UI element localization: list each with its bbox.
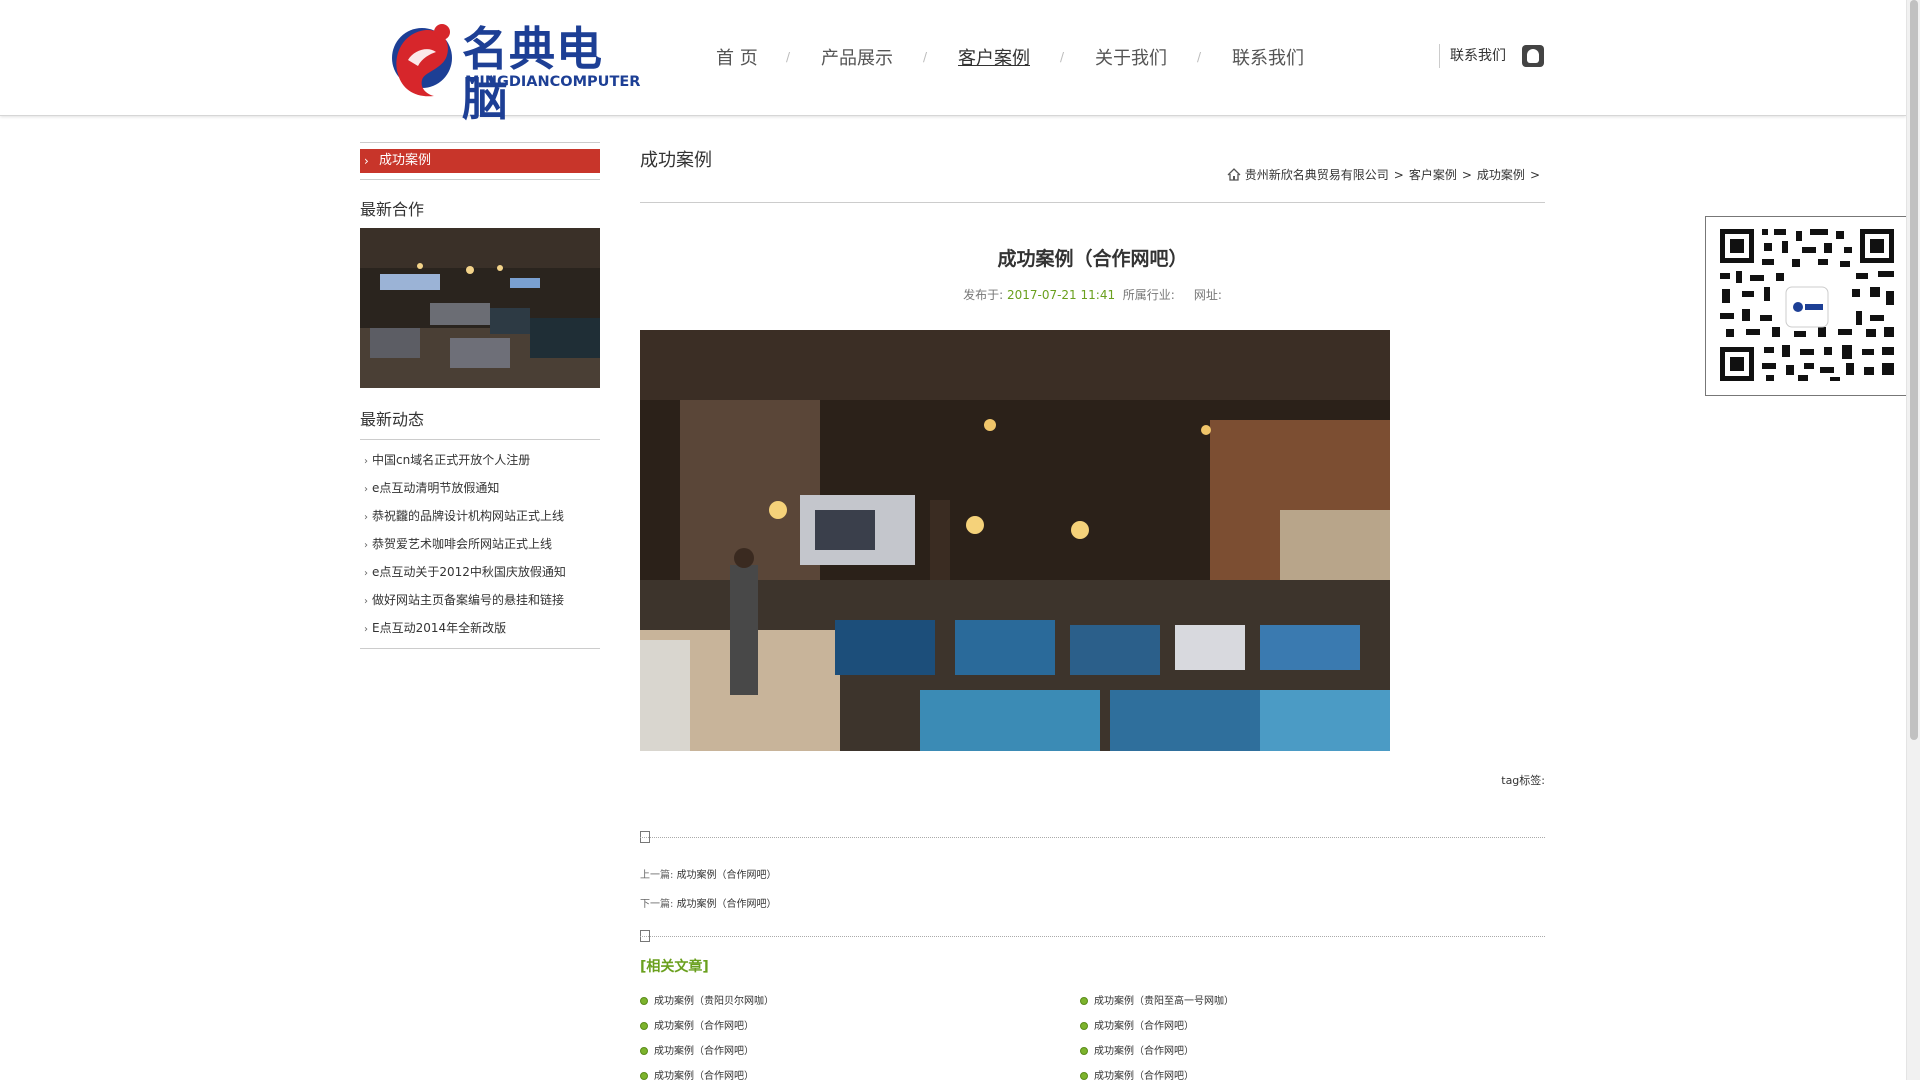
related-title: 成功案例（合作网吧） — [1094, 1071, 1194, 1082]
industry-label: 所属行业: — [1122, 288, 1175, 302]
tag-label: tag标签: — [1501, 774, 1545, 787]
nav-products[interactable]: 产品展示 — [821, 44, 893, 70]
news-title: 中国cn域名正式开放个人注册 — [372, 453, 531, 467]
chevron-right-icon: › — [364, 596, 368, 607]
latest-coop-image[interactable] — [360, 228, 600, 388]
nav-about[interactable]: 关于我们 — [1095, 44, 1167, 70]
news-title: 恭贺爱艺术咖啡会所网站正式上线 — [372, 537, 553, 551]
next-label: 下一篇: — [640, 899, 674, 910]
news-title: E点互动2014年全新改版 — [372, 621, 507, 635]
prev-article-link[interactable]: 成功案例（合作网吧） — [677, 870, 777, 881]
latest-news-heading: 最新动态 — [360, 410, 425, 429]
article-image — [640, 330, 1390, 751]
news-title: e点互动关于2012中秋国庆放假通知 — [372, 565, 566, 579]
bullet-icon — [1080, 997, 1088, 1005]
chevron-right-icon: › — [364, 512, 368, 523]
bullet-icon — [1080, 1047, 1088, 1055]
news-item[interactable]: › E点互动2014年全新改版 — [364, 619, 506, 636]
chevron-right-icon: › — [364, 154, 369, 168]
nav-contact[interactable]: 联系我们 — [1232, 44, 1304, 70]
related-item[interactable]: 成功案例（贵阳至高一号网咖） — [1080, 992, 1234, 1007]
published-label: 发布于: — [963, 288, 1004, 302]
bullet-icon — [640, 1047, 648, 1055]
article-meta: 发布于: 2017-07-21 11:41 所属行业: 网址: — [640, 286, 1545, 303]
breadcrumb-separator: > — [1529, 168, 1540, 182]
bullet-icon — [1080, 1022, 1088, 1030]
breadcrumb-company[interactable]: 贵州新欣名典贸易有限公司 — [1245, 168, 1389, 182]
news-item[interactable]: › 恭祝龖的品牌设计机构网站正式上线 — [364, 507, 564, 524]
latest-news-list: › 中国cn域名正式开放个人注册 › e点互动清明节放假通知 › 恭祝龖的品牌设计机构… — [360, 439, 600, 649]
bullet-icon — [640, 1072, 648, 1080]
scrollbar-thumb[interactable] — [1910, 0, 1918, 740]
next-article: 下一篇: 成功案例（合作网吧） — [640, 895, 777, 910]
site-logo[interactable]: 名典电脑 MINGDIANCOMPUTER — [386, 14, 640, 124]
related-item[interactable]: 成功案例（贵阳贝尔网咖） — [640, 992, 774, 1007]
bullet-icon — [640, 1022, 648, 1030]
nav-separator: / — [1060, 50, 1065, 64]
related-title: 成功案例（贵阳贝尔网咖） — [654, 996, 774, 1007]
qq-icon[interactable] — [1522, 45, 1544, 67]
bullet-icon — [640, 997, 648, 1005]
related-title: 成功案例（合作网吧） — [1094, 1021, 1194, 1032]
bullet-icon — [1080, 1072, 1088, 1080]
chevron-right-icon: › — [364, 484, 368, 495]
related-title: 成功案例（合作网吧） — [654, 1021, 754, 1032]
category-list: › 成功案例 — [360, 142, 600, 180]
qr-code-icon — [1720, 229, 1894, 381]
news-item[interactable]: › e点互动清明节放假通知 — [364, 479, 499, 496]
related-item[interactable]: 成功案例（合作网吧） — [640, 1042, 754, 1057]
category-label: 成功案例 — [379, 153, 432, 168]
news-title: 恭祝龖的品牌设计机构网站正式上线 — [372, 509, 565, 523]
breadcrumb-cases[interactable]: 客户案例 — [1409, 168, 1457, 182]
related-title: 成功案例（合作网吧） — [1094, 1046, 1194, 1057]
news-title: e点互动清明节放假通知 — [372, 481, 500, 495]
logo-english-text: MINGDIANCOMPUTER — [465, 74, 641, 90]
qr-code-panel — [1705, 216, 1909, 396]
related-item[interactable]: 成功案例（合作网吧） — [640, 1017, 754, 1032]
site-header: 名典电脑 MINGDIANCOMPUTER 首 页 / 产品展示 / 客户案例 … — [0, 0, 1906, 124]
home-icon[interactable] — [1227, 167, 1241, 184]
nav-separator: / — [923, 50, 928, 64]
prev-label: 上一篇: — [640, 870, 674, 881]
latest-coop-heading: 最新合作 — [360, 200, 425, 219]
next-article-link[interactable]: 成功案例（合作网吧） — [677, 899, 777, 910]
divider — [640, 202, 1545, 203]
breadcrumb-separator: > — [1393, 168, 1404, 182]
page-title: 成功案例 — [640, 150, 712, 171]
related-item[interactable]: 成功案例（合作网吧） — [1080, 1042, 1194, 1057]
related-title: 成功案例（合作网吧） — [654, 1046, 754, 1057]
category-item-success-cases[interactable]: › 成功案例 — [360, 149, 600, 173]
related-item[interactable]: 成功案例（合作网吧） — [1080, 1017, 1194, 1032]
nav-home[interactable]: 首 页 — [716, 44, 758, 70]
url-label: 网址: — [1193, 288, 1222, 302]
dotted-divider — [640, 837, 1545, 838]
chevron-right-icon: › — [364, 540, 368, 551]
chevron-right-icon: › — [364, 456, 368, 467]
header-contact-link[interactable]: 联系我们 — [1439, 44, 1506, 68]
breadcrumb-separator: > — [1461, 168, 1472, 182]
chevron-right-icon: › — [364, 568, 368, 579]
news-item[interactable]: › e点互动关于2012中秋国庆放假通知 — [364, 563, 566, 580]
nav-cases[interactable]: 客户案例 — [958, 44, 1030, 70]
breadcrumb-success[interactable]: 成功案例 — [1477, 168, 1525, 182]
related-title: 成功案例（合作网吧） — [654, 1071, 754, 1082]
prev-article: 上一篇: 成功案例（合作网吧） — [640, 866, 777, 881]
dotted-divider — [640, 936, 1545, 937]
chevron-right-icon: › — [364, 624, 368, 635]
page-scrollbar[interactable] — [1906, 0, 1920, 1080]
related-title: 成功案例（贵阳至高一号网咖） — [1094, 996, 1234, 1007]
related-heading: [相关文章] — [640, 959, 709, 975]
news-title: 做好网站主页备案编号的悬挂和链接 — [372, 593, 565, 607]
logo-mark-icon — [392, 24, 452, 97]
breadcrumb: 贵州新欣名典贸易有限公司 > 客户案例 > 成功案例 > — [1227, 166, 1545, 184]
published-date: 2017-07-21 11:41 — [1006, 288, 1116, 302]
nav-separator: / — [1197, 50, 1202, 64]
article-title: 成功案例（合作网吧） — [997, 248, 1188, 270]
nav-separator: / — [786, 50, 791, 64]
news-item[interactable]: › 做好网站主页备案编号的悬挂和链接 — [364, 591, 564, 608]
news-item[interactable]: › 中国cn域名正式开放个人注册 — [364, 451, 530, 468]
news-item[interactable]: › 恭贺爱艺术咖啡会所网站正式上线 — [364, 535, 552, 552]
